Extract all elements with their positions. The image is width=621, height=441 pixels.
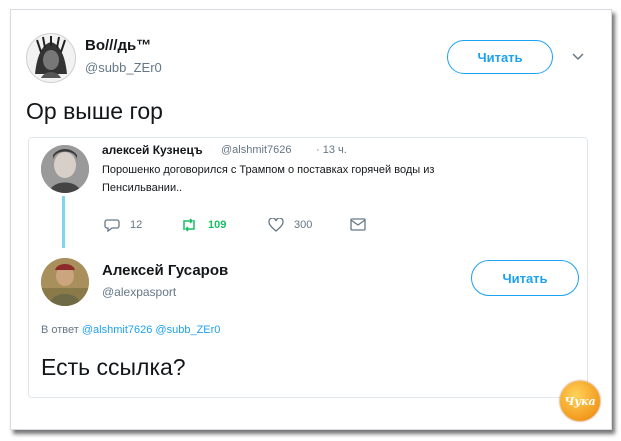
boy-portrait-avatar-icon bbox=[41, 145, 89, 193]
avatar[interactable] bbox=[41, 145, 89, 193]
retweet-action[interactable]: 109 bbox=[180, 218, 226, 232]
quoted-author-name[interactable]: алексей Кузнецъ bbox=[102, 143, 203, 157]
avatar[interactable] bbox=[41, 258, 89, 306]
reply-author-handle[interactable]: @alexpasport bbox=[102, 285, 176, 299]
man-portrait-avatar-icon bbox=[41, 258, 89, 306]
retweet-icon bbox=[183, 218, 195, 232]
like-count: 300 bbox=[294, 219, 313, 231]
message-action[interactable] bbox=[350, 218, 376, 231]
quoted-text-line: Пенсильвании.. bbox=[102, 182, 183, 194]
reply-context: В ответ @alshmit7626 @subb_ZEr0 bbox=[41, 324, 220, 336]
quoted-author-handle[interactable]: @alshmit7626 bbox=[221, 144, 291, 156]
chevron-down-icon[interactable] bbox=[571, 52, 585, 62]
watermark-logo: Чука bbox=[560, 381, 600, 421]
heart-icon bbox=[268, 218, 284, 232]
quoted-timestamp[interactable]: · 13 ч. bbox=[316, 144, 347, 156]
reply-context-handles[interactable]: @alshmit7626 @subb_ZEr0 bbox=[82, 324, 221, 336]
thread-connector bbox=[62, 196, 65, 248]
reply-count: 12 bbox=[130, 219, 143, 231]
avatar[interactable] bbox=[26, 33, 76, 83]
reply-icon bbox=[104, 219, 120, 232]
author-name[interactable]: Во///дь™ bbox=[85, 37, 151, 54]
tweet-text: Ор выше гор bbox=[26, 98, 163, 124]
follow-button[interactable]: Читать bbox=[447, 40, 553, 74]
author-handle[interactable]: @subb_ZEr0 bbox=[85, 60, 162, 75]
like-action[interactable]: 300 bbox=[268, 218, 312, 232]
reply-action[interactable]: 12 bbox=[104, 218, 142, 232]
reply-author-name[interactable]: Алексей Гусаров bbox=[102, 262, 228, 279]
indian-chief-avatar-icon bbox=[27, 34, 75, 82]
envelope-icon bbox=[350, 218, 366, 231]
watermark-text: Чука bbox=[564, 394, 596, 408]
retweet-count: 109 bbox=[208, 219, 227, 231]
reply-text: Есть ссылка? bbox=[41, 354, 186, 380]
quoted-text-line: Порошенко договорился с Трампом о постав… bbox=[102, 164, 435, 176]
follow-button[interactable]: Читать bbox=[471, 260, 579, 296]
reply-context-prefix: В ответ bbox=[41, 324, 79, 336]
